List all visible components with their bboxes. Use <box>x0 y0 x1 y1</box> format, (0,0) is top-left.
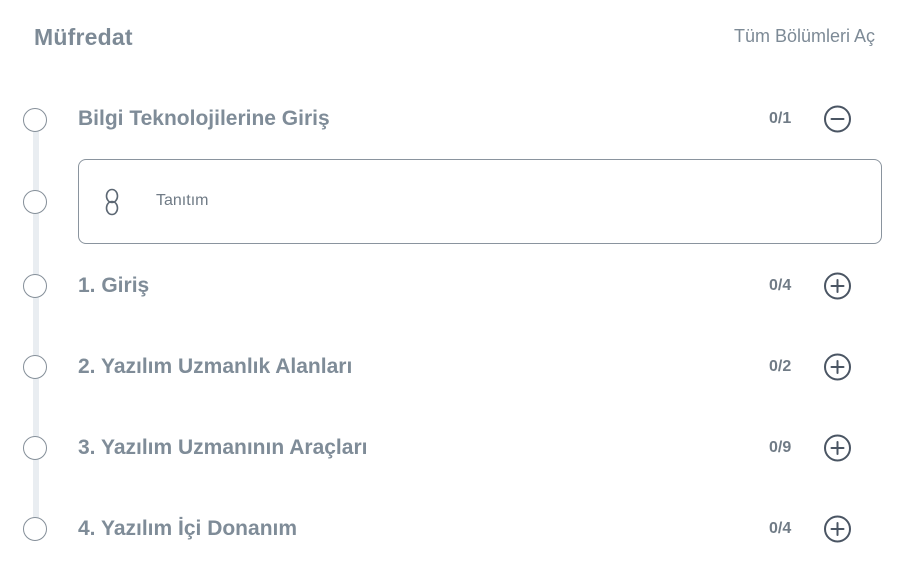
section-header[interactable]: Bilgi Teknolojilerine Giriş 0/1 <box>0 99 919 139</box>
section-title: Bilgi Teknolojilerine Giriş <box>78 107 330 130</box>
section-progress-count: 0/2 <box>769 358 792 375</box>
timeline-line <box>33 122 39 534</box>
plus-circle-icon[interactable] <box>823 434 852 463</box>
page-title: Müfredat <box>34 24 133 50</box>
section-progress-count: 0/4 <box>769 520 792 537</box>
section-header[interactable]: 3. Yazılım Uzmanının Araçları 0/9 <box>0 428 919 468</box>
section-header[interactable]: 1. Giriş 0/4 <box>0 266 919 306</box>
section-progress-count: 0/4 <box>769 277 792 294</box>
timeline-dot <box>23 190 47 214</box>
link-icon <box>105 188 119 216</box>
section-header[interactable]: 2. Yazılım Uzmanlık Alanları 0/2 <box>0 347 919 387</box>
lesson-item[interactable]: Tanıtım <box>78 159 882 244</box>
minus-circle-icon[interactable] <box>823 105 852 134</box>
lesson-title: Tanıtım <box>156 192 209 209</box>
section-header[interactable]: 4. Yazılım İçi Donanım 0/4 <box>0 509 919 549</box>
expand-all-button[interactable]: Tüm Bölümleri Aç <box>734 26 875 47</box>
plus-circle-icon[interactable] <box>823 515 852 544</box>
section-title: 3. Yazılım Uzmanının Araçları <box>78 436 368 459</box>
section-title: 2. Yazılım Uzmanlık Alanları <box>78 355 353 378</box>
section-title: 1. Giriş <box>78 274 150 297</box>
section-progress-count: 0/1 <box>769 110 792 127</box>
plus-circle-icon[interactable] <box>823 272 852 301</box>
section-progress-count: 0/9 <box>769 439 792 456</box>
plus-circle-icon[interactable] <box>823 353 852 382</box>
section-title: 4. Yazılım İçi Donanım <box>78 517 298 540</box>
